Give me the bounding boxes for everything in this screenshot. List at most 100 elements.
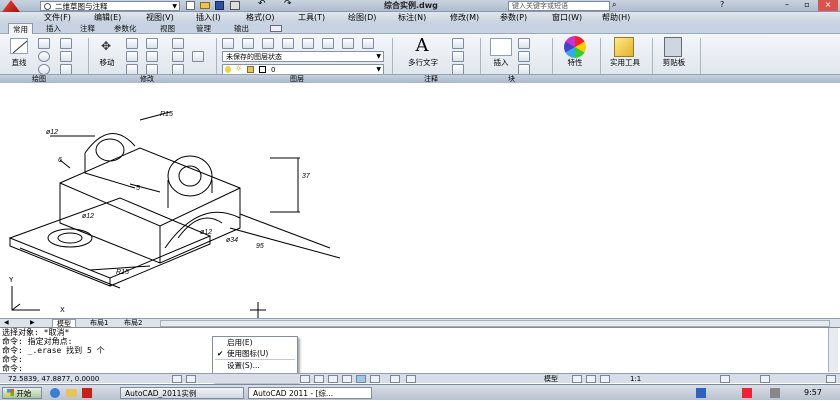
properties-icon[interactable]: [564, 36, 586, 58]
leader-icon[interactable]: [452, 51, 464, 62]
clipboard-icon[interactable]: [664, 37, 682, 57]
pan-icon[interactable]: [600, 375, 610, 383]
menu-item-settings[interactable]: 设置(S)...: [213, 360, 297, 371]
menu-edit[interactable]: 编辑(E): [94, 12, 121, 23]
save-icon[interactable]: [215, 1, 224, 10]
panel-layers[interactable]: 图层: [290, 75, 304, 83]
redo-icon[interactable]: ↷: [284, 0, 292, 9]
lock-icon[interactable]: [760, 375, 770, 383]
otrack-icon[interactable]: [342, 375, 352, 383]
menu-file[interactable]: 文件(F): [44, 12, 71, 23]
insert-block-icon[interactable]: [490, 38, 512, 56]
tab-manage[interactable]: 管理: [192, 23, 215, 34]
undo-icon[interactable]: ↶: [258, 0, 266, 9]
menu-view[interactable]: 视图(V): [146, 12, 174, 23]
plot-icon[interactable]: [230, 1, 240, 10]
osnap-icon[interactable]: [328, 375, 338, 383]
menu-item-enable[interactable]: 启用(E): [213, 337, 297, 348]
command-input[interactable]: 命令:: [2, 364, 23, 373]
panel-modify[interactable]: 修改: [140, 75, 154, 83]
model-toggle[interactable]: 模型: [544, 374, 558, 384]
tray-lang-icon[interactable]: [696, 388, 706, 398]
workspace-select[interactable]: 二维草图与注释 ▼: [40, 1, 180, 11]
mtext-icon[interactable]: A: [410, 36, 434, 56]
quickview-layouts-icon[interactable]: [572, 375, 582, 383]
close-icon[interactable]: ×: [818, 0, 838, 11]
ortho-icon[interactable]: [300, 375, 310, 383]
open-icon[interactable]: [200, 2, 210, 9]
erase-icon[interactable]: [172, 38, 184, 49]
menu-modify[interactable]: 修改(M): [450, 12, 479, 23]
create-block-icon[interactable]: [518, 38, 530, 49]
nav-first-icon[interactable]: ◀: [4, 319, 9, 326]
layer-isolate-icon[interactable]: [262, 38, 274, 49]
linear-dim-icon[interactable]: [452, 38, 464, 49]
layer-walk-icon[interactable]: [362, 38, 374, 49]
circle-icon[interactable]: [38, 51, 50, 62]
layer-lock-icon[interactable]: [322, 38, 334, 49]
annotation-scale[interactable]: 1:1: [630, 374, 641, 384]
qp-icon[interactable]: [390, 375, 400, 383]
layer-state-select[interactable]: 未保存的图层状态 ▼: [222, 51, 384, 62]
tab-home[interactable]: 常用: [8, 23, 33, 34]
polyline-icon[interactable]: [38, 38, 50, 49]
app-logo-icon[interactable]: [2, 0, 20, 12]
clean-screen-icon[interactable]: [826, 375, 836, 383]
horizontal-scrollbar[interactable]: [160, 320, 830, 327]
search-input[interactable]: 键入关键字或短语: [508, 1, 610, 11]
menu-dimension[interactable]: 标注(N): [398, 12, 426, 23]
minimize-icon[interactable]: –: [778, 0, 796, 11]
menu-parametric[interactable]: 参数(P): [500, 12, 527, 23]
lwt-icon[interactable]: [370, 375, 380, 383]
menu-window[interactable]: 窗口(W): [552, 12, 582, 23]
layer-properties-icon[interactable]: [222, 38, 234, 49]
quickview-drawings-icon[interactable]: [586, 375, 596, 383]
vertical-scrollbar[interactable]: [828, 328, 838, 372]
tab-output[interactable]: 输出: [230, 23, 253, 34]
tray-volume-icon[interactable]: [742, 388, 752, 398]
ribbon-toggle-icon[interactable]: [270, 25, 282, 32]
panel-draw[interactable]: 绘图: [32, 75, 46, 83]
sc-icon[interactable]: [406, 375, 416, 383]
help-icon[interactable]: ?: [720, 0, 724, 9]
menu-draw[interactable]: 绘图(D): [348, 12, 376, 23]
command-window[interactable]: 选择对象: *取消* 命令: 指定对角点: 命令: _.erase 找到 5 个…: [0, 327, 840, 373]
explode-icon[interactable]: [172, 51, 184, 62]
menu-insert[interactable]: 插入(I): [196, 12, 221, 23]
tray-network-icon[interactable]: [770, 388, 780, 398]
move-icon[interactable]: ✥: [96, 38, 116, 54]
layer-state-icon[interactable]: [242, 38, 254, 49]
tab-insert[interactable]: 插入: [42, 23, 65, 34]
polar-icon[interactable]: [314, 375, 324, 383]
quicklaunch-ie-icon[interactable]: [50, 388, 60, 398]
utilities-icon[interactable]: [614, 37, 634, 57]
layer-match-icon[interactable]: [342, 38, 354, 49]
grid-icon[interactable]: [186, 375, 196, 383]
quicklaunch-folder-icon[interactable]: [66, 389, 77, 397]
menu-tools[interactable]: 工具(T): [298, 12, 325, 23]
snap-icon[interactable]: [172, 375, 182, 383]
array-icon[interactable]: [192, 51, 204, 62]
new-icon[interactable]: [186, 1, 195, 10]
edit-block-icon[interactable]: [518, 51, 530, 62]
search-icon[interactable]: ⌕: [612, 0, 616, 10]
arc-icon[interactable]: [60, 38, 72, 49]
menu-format[interactable]: 格式(O): [246, 12, 275, 23]
tab-annotate[interactable]: 注释: [76, 23, 99, 34]
task-button-explorer[interactable]: AutoCAD_2011实例: [120, 387, 244, 399]
tab-view[interactable]: 视图: [156, 23, 179, 34]
drawing-canvas[interactable]: R15 ø12 6 5 R15 ø12 ø34 95 37 ø12 Y X: [0, 88, 840, 318]
layer-off-icon[interactable]: [302, 38, 314, 49]
layer-freeze-icon[interactable]: [282, 38, 294, 49]
panel-block[interactable]: 块: [508, 75, 515, 83]
menu-item-use-icons[interactable]: ✔ 使用图标(U): [213, 348, 297, 359]
mirror-icon[interactable]: [146, 51, 158, 62]
trim-icon[interactable]: [146, 38, 158, 49]
nav-last-icon[interactable]: ▶: [30, 319, 35, 326]
line-tool-icon[interactable]: [10, 38, 28, 54]
copy-icon[interactable]: [126, 51, 138, 62]
rectangle-icon[interactable]: [60, 51, 72, 62]
quicklaunch-autocad-icon[interactable]: [82, 388, 92, 398]
maximize-icon[interactable]: ▫: [798, 0, 816, 11]
panel-annotation[interactable]: 注释: [424, 75, 438, 83]
